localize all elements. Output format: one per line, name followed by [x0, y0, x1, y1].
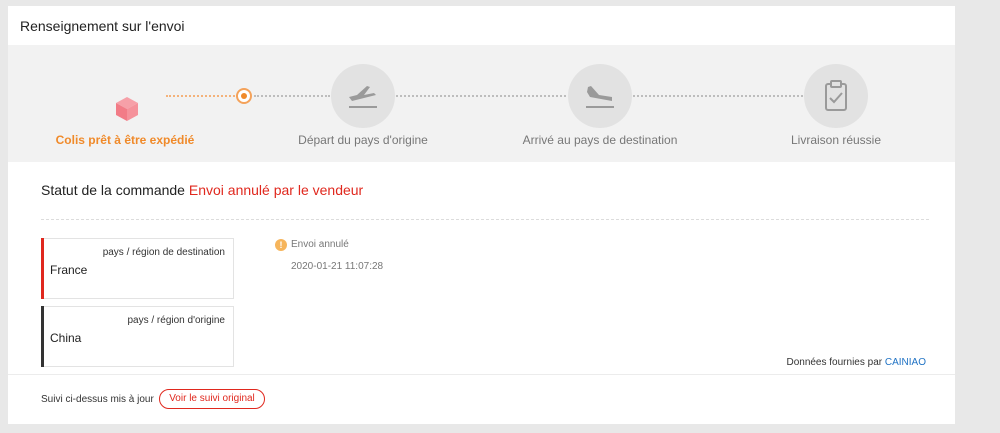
plane-arrival-icon [586, 86, 614, 108]
info-icon: ! [275, 239, 287, 251]
data-credit: Données fournies par CAINIAO [786, 357, 926, 368]
progress-line [396, 95, 566, 97]
step-delivered-circle [804, 64, 868, 128]
progress-line [633, 95, 803, 97]
footer-update-text: Suivi ci-dessus mis à jour [41, 394, 154, 405]
destination-kind: pays / région de destination [102, 247, 225, 258]
divider [41, 219, 929, 220]
step-label-delivered: Livraison réussie [790, 133, 882, 147]
footer-divider [8, 374, 955, 375]
current-step-dot [236, 88, 252, 104]
shipment-progress-tracker: Colis prêt à être expédié Départ du pays… [8, 45, 955, 162]
panel-title: Renseignement sur l'envoi [20, 18, 185, 34]
view-original-tracking-button[interactable]: Voir le suivi original [159, 389, 265, 409]
progress-line [254, 95, 330, 97]
destination-card: pays / région de destination France [41, 238, 234, 299]
order-status-label: Statut de la commande [41, 182, 185, 198]
plane-departure-icon [349, 86, 377, 108]
origin-card: pays / région d'origine China [41, 306, 234, 367]
origin-country: China [50, 331, 82, 345]
step-label-departure: Départ du pays d'origine [298, 133, 428, 147]
step-arrival-circle [568, 64, 632, 128]
cainiao-link[interactable]: CAINIAO [885, 357, 926, 368]
step-label-ready: Colis prêt à être expédié [55, 133, 195, 147]
event-timestamp: 2020-01-21 11:07:28 [291, 261, 384, 272]
order-status: Statut de la commande Envoi annulé par l… [41, 182, 363, 198]
destination-accent-bar [41, 238, 44, 299]
progress-line-done [166, 95, 238, 97]
credit-text: Données fournies par [786, 357, 883, 368]
origin-kind: pays / région d'origine [127, 315, 225, 326]
panel-header: Renseignement sur l'envoi [8, 6, 955, 45]
shipment-panel: Renseignement sur l'envoi Colis prêt à ê… [8, 6, 955, 424]
clipboard-check-icon [825, 80, 847, 111]
destination-country: France [50, 263, 88, 277]
event-description: Envoi annulé [291, 239, 349, 250]
origin-accent-bar [41, 306, 44, 367]
step-departure-circle [331, 64, 395, 128]
order-status-value: Envoi annulé par le vendeur [188, 182, 364, 198]
step-label-arrival: Arrivé au pays de destination [522, 133, 678, 147]
package-icon [116, 97, 138, 121]
